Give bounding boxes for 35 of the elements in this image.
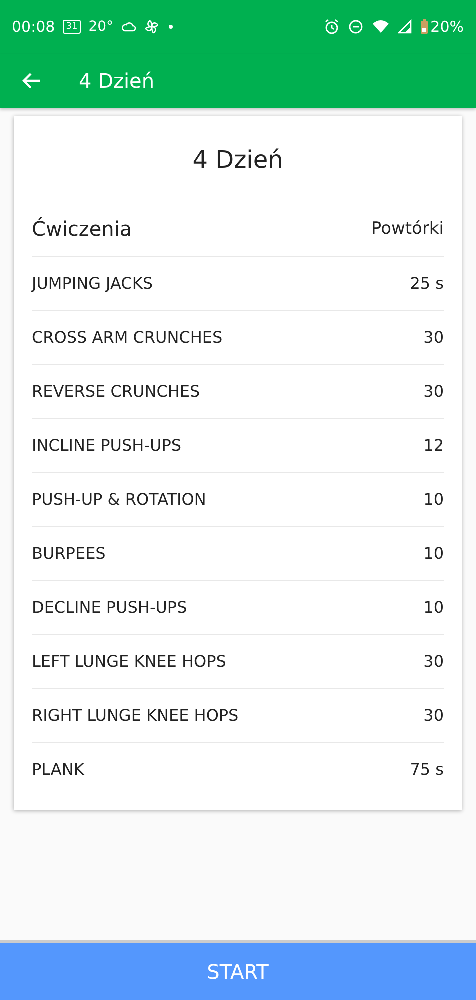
repetitions: 30 — [424, 652, 444, 671]
wifi-icon — [372, 19, 390, 35]
exercise-name: RIGHT LUNGE KNEE HOPS — [32, 706, 239, 725]
clock: 00:08 — [12, 18, 56, 36]
signal-icon — [398, 19, 412, 35]
fan-icon — [144, 19, 160, 35]
repetitions: 10 — [424, 598, 444, 617]
exercise-name: PUSH-UP & ROTATION — [32, 490, 206, 509]
column-header: Ćwiczenia — [32, 217, 132, 241]
do-not-disturb-icon — [348, 19, 364, 35]
card-title: 4 Dzień — [192, 145, 284, 176]
repetitions: 12 — [424, 436, 444, 455]
start-button[interactable]: START — [0, 940, 476, 1000]
exercise-name: DECLINE PUSH-UPS — [32, 598, 188, 617]
exercise-name: LEFT LUNGE KNEE HOPS — [32, 652, 226, 671]
battery-level: 20% — [430, 18, 464, 36]
alarm-icon — [324, 19, 340, 35]
exercise-name: BURPEES — [32, 544, 106, 563]
exercise-name: PLANK — [32, 760, 84, 779]
repetitions: 25 s — [410, 274, 444, 293]
calendar-icon: 31 — [63, 20, 81, 34]
repetitions: 30 — [424, 382, 444, 401]
exercise-name: JUMPING JACKS — [32, 274, 153, 293]
exercise-name: CROSS ARM CRUNCHES — [32, 328, 223, 347]
screen-title: 4 Dzień — [79, 69, 155, 93]
repetitions: 30 — [424, 328, 444, 347]
repetitions: 75 s — [410, 760, 444, 779]
exercise-name: INCLINE PUSH-UPS — [32, 436, 182, 455]
repetitions: 30 — [424, 706, 444, 725]
column-header: Powtórki — [371, 219, 444, 239]
exercise-name: REVERSE CRUNCHES — [32, 382, 200, 401]
repetitions: 10 — [424, 544, 444, 563]
battery-icon — [420, 19, 429, 35]
temperature: 20° — [88, 19, 114, 35]
repetitions: 10 — [424, 490, 444, 509]
